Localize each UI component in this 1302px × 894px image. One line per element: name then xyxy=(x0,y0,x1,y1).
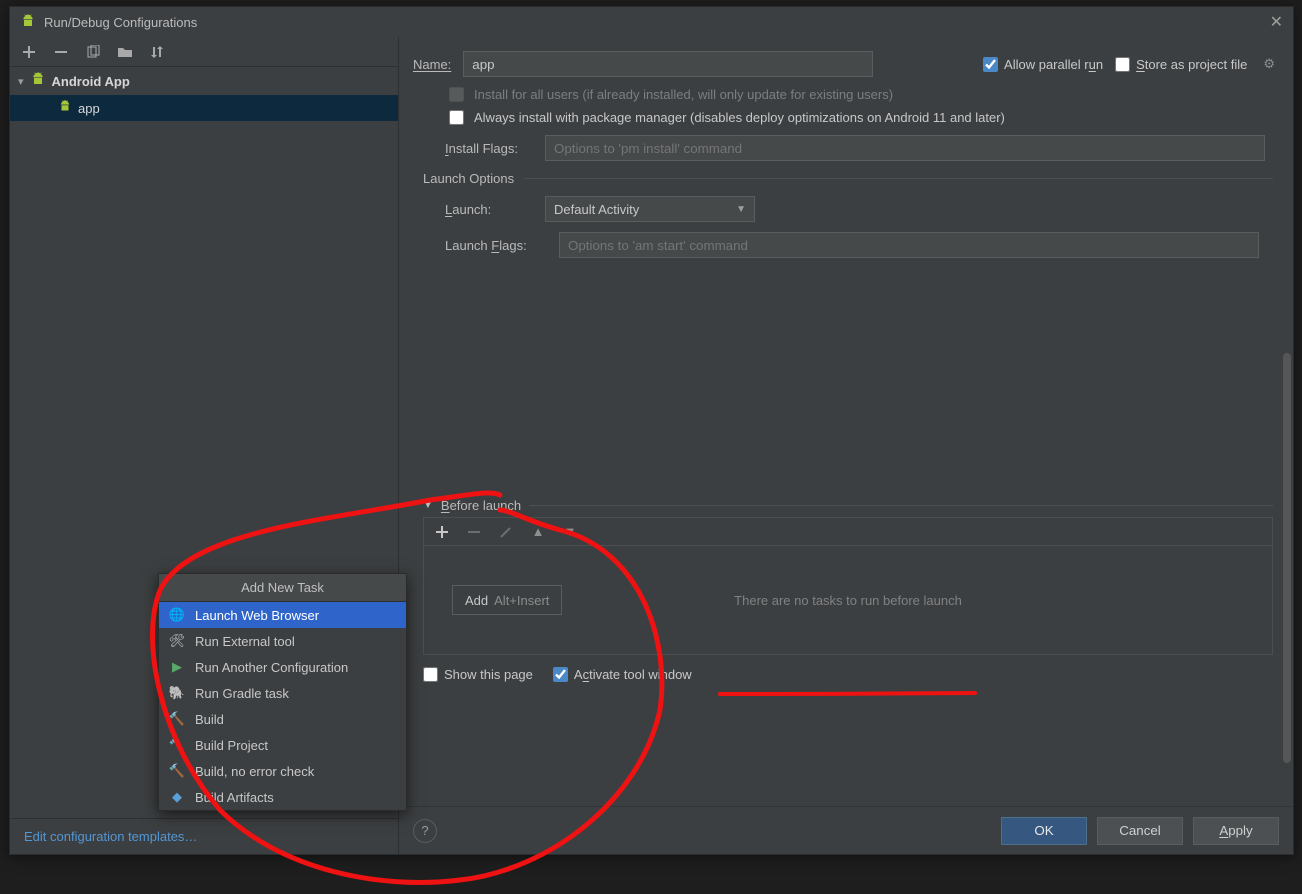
tree-group-android-app[interactable]: ▾ Android App xyxy=(10,67,398,95)
close-icon[interactable]: ✕ xyxy=(1270,12,1283,32)
before-launch-checks: Show this page Activate tool window xyxy=(423,667,1273,682)
help-icon[interactable]: ? xyxy=(413,819,437,843)
install-all-users-checkbox[interactable]: Install for all users (if already instal… xyxy=(449,87,1273,102)
remove-task-icon[interactable] xyxy=(466,526,482,538)
remove-config-icon[interactable] xyxy=(52,43,70,61)
allow-parallel-checkbox[interactable]: Allow parallel run xyxy=(983,57,1103,72)
gradle-icon: 🐘 xyxy=(169,685,185,701)
launch-options-section: Launch Options xyxy=(423,171,1273,186)
move-up-icon[interactable]: ▲ xyxy=(530,524,546,539)
before-launch-header[interactable]: ▼ Before launch xyxy=(423,498,1273,513)
popup-title: Add New Task xyxy=(159,574,406,602)
install-all-label: Install for all users (if already instal… xyxy=(474,87,893,102)
ok-button[interactable]: OK xyxy=(1001,817,1087,845)
name-label: Name: xyxy=(413,57,451,72)
launch-label: Launch: xyxy=(445,202,531,217)
launch-row: Launch: Default Activity ▼ xyxy=(445,196,1273,222)
add-task-label: Add xyxy=(465,593,488,608)
popup-item-build-artifacts[interactable]: ◆Build Artifacts xyxy=(159,784,406,810)
popup-item-launch-web-browser[interactable]: 🌐Launch Web Browser xyxy=(159,602,406,628)
config-editor: Name: Allow parallel run Store as projec… xyxy=(399,37,1293,854)
hammer-icon: 🔨 xyxy=(169,763,185,779)
before-launch-label: Before launch xyxy=(441,498,521,513)
edit-config-templates-link[interactable]: Edit configuration templates… xyxy=(10,818,398,854)
copy-config-icon[interactable] xyxy=(84,43,102,61)
install-flags-row: Install Flags: xyxy=(445,135,1273,161)
apply-button[interactable]: Apply xyxy=(1193,817,1279,845)
add-task-shortcut: Alt+Insert xyxy=(494,593,549,608)
chevron-down-icon: ▼ xyxy=(736,204,746,215)
popup-item-build-no-error[interactable]: 🔨Build, no error check xyxy=(159,758,406,784)
store-project-file-checkbox[interactable]: Store as project file xyxy=(1115,57,1247,72)
popup-item-run-another-config[interactable]: ▶Run Another Configuration xyxy=(159,654,406,680)
launch-value: Default Activity xyxy=(554,202,639,217)
tree-item-app[interactable]: app xyxy=(10,95,398,121)
tree-item-label: app xyxy=(78,101,100,116)
popup-item-build-project[interactable]: 🔨Build Project xyxy=(159,732,406,758)
popup-item-run-external-tool[interactable]: 🛠Run External tool xyxy=(159,628,406,654)
popup-item-build[interactable]: 🔨Build xyxy=(159,706,406,732)
popup-list: 🌐Launch Web Browser 🛠Run External tool ▶… xyxy=(159,602,406,810)
tools-icon: 🛠 xyxy=(169,633,185,649)
launch-options-label: Launch Options xyxy=(423,171,514,186)
diamond-icon: ◆ xyxy=(169,789,185,805)
globe-icon: 🌐 xyxy=(169,607,185,623)
config-name-input[interactable] xyxy=(463,51,873,77)
launch-flags-row: Launch Flags: xyxy=(445,232,1273,258)
no-tasks-text: There are no tasks to run before launch xyxy=(734,593,962,608)
activate-tool-window-checkbox[interactable]: Activate tool window xyxy=(553,667,692,682)
before-launch-list: Add Alt+Insert There are no tasks to run… xyxy=(423,545,1273,655)
show-this-page-checkbox[interactable]: Show this page xyxy=(423,667,533,682)
chevron-down-icon: ▾ xyxy=(18,75,24,88)
before-launch-section: ▼ Before launch ▲ ▼ Add Alt xyxy=(423,498,1273,682)
launch-flags-input[interactable] xyxy=(559,232,1259,258)
add-config-icon[interactable] xyxy=(20,43,38,61)
play-icon: ▶ xyxy=(169,659,185,675)
add-task-button[interactable]: Add Alt+Insert xyxy=(452,585,562,615)
titlebar: Run/Debug Configurations ✕ xyxy=(10,7,1293,37)
android-icon xyxy=(20,14,36,30)
android-icon xyxy=(58,100,72,117)
android-icon xyxy=(30,72,46,91)
gear-icon[interactable]: ⚙ xyxy=(1263,56,1275,72)
launch-dropdown[interactable]: Default Activity ▼ xyxy=(545,196,755,222)
popup-item-run-gradle-task[interactable]: 🐘Run Gradle task xyxy=(159,680,406,706)
chevron-down-icon: ▼ xyxy=(423,500,433,511)
add-task-icon[interactable] xyxy=(434,526,450,538)
side-toolbar xyxy=(10,37,398,67)
folder-config-icon[interactable] xyxy=(116,43,134,61)
form-area: Install for all users (if already instal… xyxy=(399,83,1293,806)
edit-task-icon[interactable] xyxy=(498,526,514,538)
hammer-icon: 🔨 xyxy=(169,711,185,727)
vertical-scrollbar[interactable] xyxy=(1281,153,1291,773)
install-flags-label: Install Flags: xyxy=(445,141,531,156)
sort-config-icon[interactable] xyxy=(148,43,166,61)
add-task-popup: Add New Task 🌐Launch Web Browser 🛠Run Ex… xyxy=(158,573,407,811)
hammer-icon: 🔨 xyxy=(169,737,185,753)
config-header: Name: Allow parallel run Store as projec… xyxy=(399,37,1293,83)
before-launch-toolbar: ▲ ▼ xyxy=(423,517,1273,545)
install-flags-input[interactable] xyxy=(545,135,1265,161)
always-pm-checkbox[interactable]: Always install with package manager (dis… xyxy=(449,110,1273,125)
always-pm-label: Always install with package manager (dis… xyxy=(474,110,1005,125)
launch-flags-label: Launch Flags: xyxy=(445,238,545,253)
move-down-icon[interactable]: ▼ xyxy=(562,524,578,539)
tree-group-label: Android App xyxy=(52,74,130,89)
dialog-title: Run/Debug Configurations xyxy=(44,15,1270,30)
cancel-button[interactable]: Cancel xyxy=(1097,817,1183,845)
dialog-footer: ? OK Cancel Apply xyxy=(399,806,1293,854)
